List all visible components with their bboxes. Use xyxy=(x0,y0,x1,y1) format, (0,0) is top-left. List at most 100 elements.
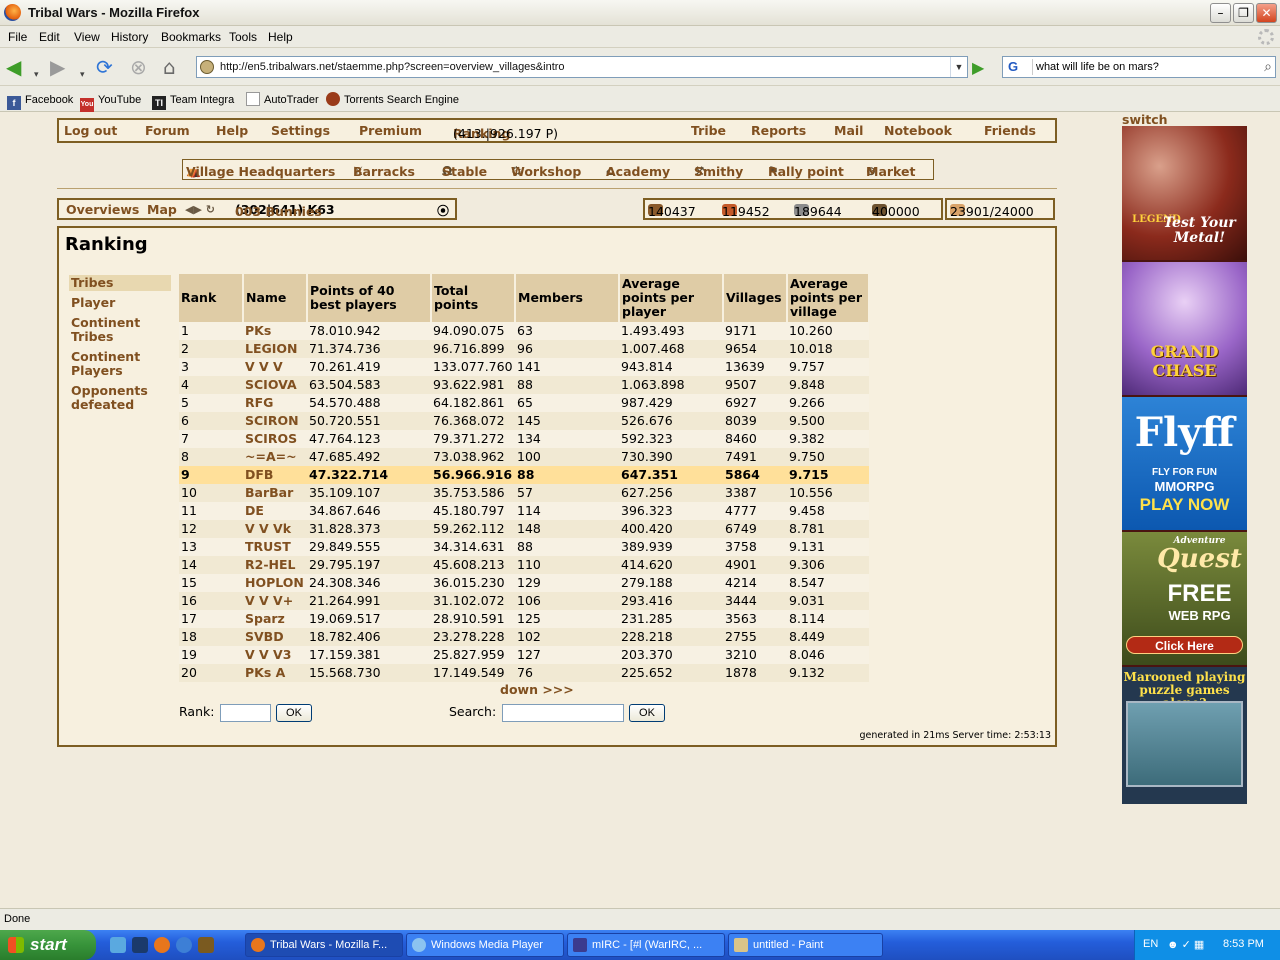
menu-edit[interactable]: Edit xyxy=(39,30,60,44)
col-members: Members xyxy=(515,274,620,322)
side-nav-opponents-defeated[interactable]: Opponents defeated xyxy=(69,383,171,413)
menu-logout[interactable]: Log out xyxy=(64,123,117,138)
search-query[interactable]: what will life be on mars? xyxy=(1036,61,1159,73)
menu-premium[interactable]: Premium xyxy=(359,123,422,138)
quicklaunch-utorrent-icon[interactable] xyxy=(110,937,126,953)
search-ok-button[interactable]: OK xyxy=(629,704,665,722)
cell-name[interactable]: V V V+ xyxy=(243,592,307,610)
tray-icons[interactable]: ☻ ✓ ▦ xyxy=(1167,938,1204,951)
cell-name[interactable]: ~=A=~ xyxy=(243,448,307,466)
cell-name[interactable]: SCIRON xyxy=(243,412,307,430)
maximize-button[interactable]: ❐ xyxy=(1233,3,1254,23)
reload-icon[interactable]: ⟳ xyxy=(96,56,113,78)
bookmark-team-integra[interactable]: TI Team Integra xyxy=(152,92,234,110)
map-link[interactable]: Map xyxy=(147,202,177,217)
bookmark-torrents[interactable]: Torrents Search Engine xyxy=(326,92,459,108)
menu-notebook[interactable]: Notebook xyxy=(884,123,952,138)
cell-total-points: 34.314.631 xyxy=(431,538,515,556)
tribe-search-input[interactable] xyxy=(502,704,624,722)
forward-history-dropdown-icon[interactable]: ▾ xyxy=(80,64,85,86)
cell-members: 114 xyxy=(515,502,619,520)
ad-puzzle-games-banner[interactable]: Marooned playing puzzle games alone? xyxy=(1122,667,1247,804)
cell-name[interactable]: TRUST xyxy=(243,538,307,556)
stop-icon[interactable]: ⊗ xyxy=(130,56,147,78)
bookmark-youtube[interactable]: You YouTube xyxy=(80,92,141,112)
menu-history[interactable]: History xyxy=(111,30,148,44)
address-url[interactable]: http://en5.tribalwars.net/staemme.php?sc… xyxy=(220,61,565,73)
cell-name[interactable]: SCIROS xyxy=(243,430,307,448)
menu-view[interactable]: View xyxy=(74,30,100,44)
cell-name[interactable]: SCIOVA xyxy=(243,376,307,394)
ad-adventure-quest-banner[interactable]: Adventure Quest FREE WEB RPG Click Here xyxy=(1122,532,1247,665)
search-box[interactable]: G what will life be on mars? ⌕ xyxy=(1002,56,1276,78)
cell-name[interactable]: V V Vk xyxy=(243,520,307,538)
current-village[interactable]: 003 Bunnies (302|641) K63 xyxy=(235,202,335,219)
language-indicator[interactable]: EN xyxy=(1143,938,1158,950)
ad-grand-chase-banner[interactable]: GRAND CHASE xyxy=(1122,262,1247,395)
quicklaunch-ie-icon[interactable] xyxy=(176,937,192,953)
cell-points-40-best: 35.109.107 xyxy=(307,484,431,502)
side-nav-continent-players[interactable]: Continent Players xyxy=(69,349,171,379)
side-nav-continent-tribes[interactable]: Continent Tribes xyxy=(69,315,171,345)
youtube-icon: You xyxy=(80,98,94,112)
menu-file[interactable]: File xyxy=(8,30,27,44)
menu-help-link[interactable]: Help xyxy=(216,123,248,138)
quicklaunch-photoshop-icon[interactable] xyxy=(132,937,148,953)
cell-name[interactable]: SVBD xyxy=(243,628,307,646)
task-mirc[interactable]: mIRC - [#l (WarIRC, ... xyxy=(567,933,725,957)
start-button[interactable]: start xyxy=(0,930,96,960)
menu-bookmarks[interactable]: Bookmarks xyxy=(161,30,221,44)
close-button[interactable]: ✕ xyxy=(1256,3,1277,23)
cell-name[interactable]: V V V3 xyxy=(243,646,307,664)
bookmark-autotrader[interactable]: AutoTrader xyxy=(246,92,319,108)
task-firefox[interactable]: Tribal Wars - Mozilla F... xyxy=(245,933,403,957)
rank-ok-button[interactable]: OK xyxy=(276,704,312,722)
village-switch-arrows-icon[interactable]: ◀▶ ↻ xyxy=(185,203,215,216)
cell-name[interactable]: DE xyxy=(243,502,307,520)
ad-legend-banner[interactable]: LEGEND Test Your Metal! xyxy=(1122,126,1247,260)
table-row: 4 SCIOVA 63.504.583 93.622.981 88 1.063.898 95… xyxy=(179,376,869,394)
overviews-link[interactable]: Overviews xyxy=(66,202,139,217)
task-media-player[interactable]: Windows Media Player xyxy=(406,933,564,957)
back-history-dropdown-icon[interactable]: ▾ xyxy=(34,64,39,86)
search-magnifier-icon[interactable]: ⌕ xyxy=(1264,58,1272,75)
cell-name[interactable]: DFB xyxy=(243,466,307,484)
side-nav-player[interactable]: Player xyxy=(69,295,171,311)
menu-mail[interactable]: Mail xyxy=(834,123,863,138)
home-icon[interactable]: ⌂ xyxy=(163,56,176,78)
menu-help[interactable]: Help xyxy=(268,30,293,44)
bookmark-facebook[interactable]: f Facebook xyxy=(7,92,73,110)
switch-link[interactable]: switch xyxy=(1122,112,1168,127)
rank-input[interactable] xyxy=(220,704,271,722)
minimize-button[interactable]: – xyxy=(1210,3,1231,23)
menu-reports[interactable]: Reports xyxy=(751,123,806,138)
address-dropdown-icon[interactable]: ▼ xyxy=(950,57,967,77)
cell-name[interactable]: RFG xyxy=(243,394,307,412)
menu-friends[interactable]: Friends xyxy=(984,123,1036,138)
cell-name[interactable]: BarBar xyxy=(243,484,307,502)
cell-name[interactable]: Sparz xyxy=(243,610,307,628)
menu-tribe[interactable]: Tribe xyxy=(691,123,726,138)
cell-name[interactable]: HOPLON xyxy=(243,574,307,592)
menu-settings[interactable]: Settings xyxy=(271,123,330,138)
cell-name[interactable]: R2-HEL xyxy=(243,556,307,574)
address-bar[interactable]: http://en5.tribalwars.net/staemme.php?sc… xyxy=(196,56,968,78)
go-arrow-icon[interactable]: ▶ xyxy=(972,58,984,77)
search-engine-icon[interactable]: G xyxy=(1005,59,1033,75)
menu-tools[interactable]: Tools xyxy=(229,30,257,44)
cell-name[interactable]: LEGION xyxy=(243,340,307,358)
menu-forum[interactable]: Forum xyxy=(145,123,190,138)
quicklaunch-firefox-icon[interactable] xyxy=(154,937,170,953)
cell-avg-per-player: 987.429 xyxy=(619,394,723,412)
task-paint[interactable]: untitled - Paint xyxy=(728,933,883,957)
down-link[interactable]: down >>> xyxy=(500,682,574,697)
side-nav-tribes[interactable]: Tribes xyxy=(69,275,171,291)
cell-name[interactable]: PKs xyxy=(243,322,307,340)
ad-flyff-banner[interactable]: Flyff FLY FOR FUN MMORPG PLAY NOW xyxy=(1122,397,1247,530)
quicklaunch-wow-icon[interactable] xyxy=(198,937,214,953)
cell-name[interactable]: V V V xyxy=(243,358,307,376)
back-arrow-icon[interactable]: ◀ xyxy=(6,56,21,78)
cell-name[interactable]: PKs A xyxy=(243,664,307,682)
forward-arrow-icon[interactable]: ▶ xyxy=(50,56,65,78)
village-select-icon[interactable]: ⦿ xyxy=(437,202,449,219)
